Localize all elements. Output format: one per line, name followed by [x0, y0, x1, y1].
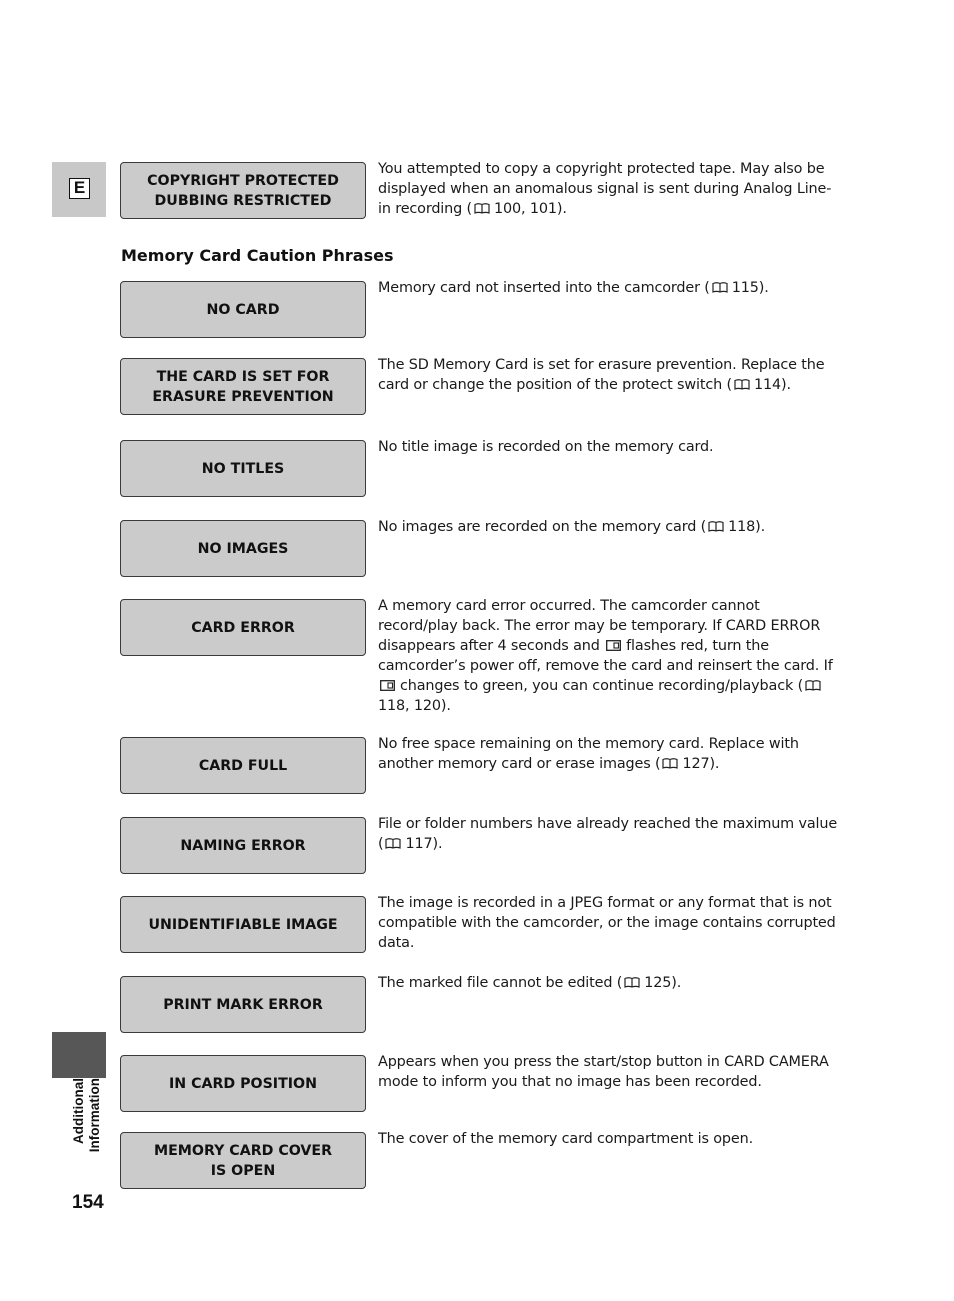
section-label: Additional Information — [71, 1078, 103, 1168]
caution-phrase-box: NO CARD — [120, 281, 366, 338]
book-reference-icon — [805, 680, 821, 691]
section-title: Memory Card Caution Phrases — [121, 246, 394, 265]
description-text: The marked file cannot be edited ( — [378, 975, 623, 991]
language-letter: E — [69, 178, 90, 199]
caution-phrase-box: CARD ERROR — [120, 599, 366, 656]
page-number: 154 — [72, 1192, 104, 1213]
memory-card-icon — [380, 680, 395, 691]
description-text: changes to green, you can continue recor… — [400, 678, 804, 694]
caution-description: You attempted to copy a copyright protec… — [378, 159, 838, 219]
description-text: Memory card not inserted into the camcor… — [378, 280, 710, 296]
book-reference-icon — [734, 379, 750, 390]
description-text-end: ). — [432, 836, 443, 852]
caution-phrase-box: COPYRIGHT PROTECTED DUBBING RESTRICTED — [120, 162, 366, 219]
page-reference: 114 — [753, 377, 782, 393]
description-text: No title image is recorded on the memory… — [378, 439, 714, 455]
caution-phrase-box: NO IMAGES — [120, 520, 366, 577]
caution-description: No images are recorded on the memory car… — [378, 517, 838, 537]
book-reference-icon — [712, 282, 728, 293]
caution-phrase-box: PRINT MARK ERROR — [120, 976, 366, 1033]
book-reference-icon — [624, 977, 640, 988]
caution-description: A memory card error occurred. The camcor… — [378, 596, 838, 716]
description-text-end: ). — [440, 698, 451, 714]
description-text: The cover of the memory card compartment… — [378, 1131, 754, 1147]
page-reference: 125 — [644, 975, 672, 991]
description-text: Appears when you press the start/stop bu… — [378, 1054, 829, 1090]
caution-description: The marked file cannot be edited ( 125). — [378, 973, 838, 993]
caution-description: The cover of the memory card compartment… — [378, 1129, 838, 1149]
description-text: The image is recorded in a JPEG format o… — [378, 895, 836, 951]
section-marker-block — [52, 1032, 106, 1078]
caution-description: The image is recorded in a JPEG format o… — [378, 893, 838, 953]
description-text-end: ). — [556, 201, 567, 217]
caution-description: No free space remaining on the memory ca… — [378, 734, 838, 774]
caution-description: Memory card not inserted into the camcor… — [378, 278, 838, 298]
page-reference: 118 — [728, 519, 756, 535]
book-reference-icon — [708, 521, 724, 532]
section-label-line2: Information — [87, 1078, 102, 1153]
language-tab: E — [52, 162, 106, 217]
page-reference: 118, 120 — [378, 698, 441, 714]
section-label-line1: Additional — [71, 1078, 86, 1144]
caution-phrase-box: MEMORY CARD COVER IS OPEN — [120, 1132, 366, 1189]
page-reference: 127 — [682, 756, 710, 772]
book-reference-icon — [474, 203, 490, 214]
page-reference: 100, 101 — [494, 201, 557, 217]
caution-phrase-box: IN CARD POSITION — [120, 1055, 366, 1112]
description-text-end: ). — [755, 519, 765, 535]
page-reference: 115 — [731, 280, 759, 296]
page-reference: 117 — [405, 836, 433, 852]
description-text: No free space remaining on the memory ca… — [378, 736, 799, 772]
caution-phrase-box: THE CARD IS SET FOR ERASURE PREVENTION — [120, 358, 366, 415]
description-text-end: ). — [758, 280, 769, 296]
caution-description: Appears when you press the start/stop bu… — [378, 1052, 838, 1092]
description-text: File or folder numbers have already reac… — [378, 816, 838, 852]
description-text-end: ). — [781, 377, 791, 393]
description-text: You attempted to copy a copyright protec… — [378, 161, 832, 217]
caution-phrase-box: UNIDENTIFIABLE IMAGE — [120, 896, 366, 953]
book-reference-icon — [385, 838, 402, 849]
description-text-end: ). — [709, 756, 720, 772]
memory-card-icon — [606, 640, 622, 651]
caution-phrase-box: CARD FULL — [120, 737, 366, 794]
description-text: No images are recorded on the memory car… — [378, 519, 707, 535]
caution-description: The SD Memory Card is set for erasure pr… — [378, 355, 838, 395]
caution-description: File or folder numbers have already reac… — [378, 814, 838, 854]
book-reference-icon — [662, 758, 679, 769]
caution-phrase-box: NO TITLES — [120, 440, 366, 497]
description-text-end: ). — [671, 975, 682, 991]
caution-description: No title image is recorded on the memory… — [378, 437, 838, 457]
caution-phrase-box: NAMING ERROR — [120, 817, 366, 874]
